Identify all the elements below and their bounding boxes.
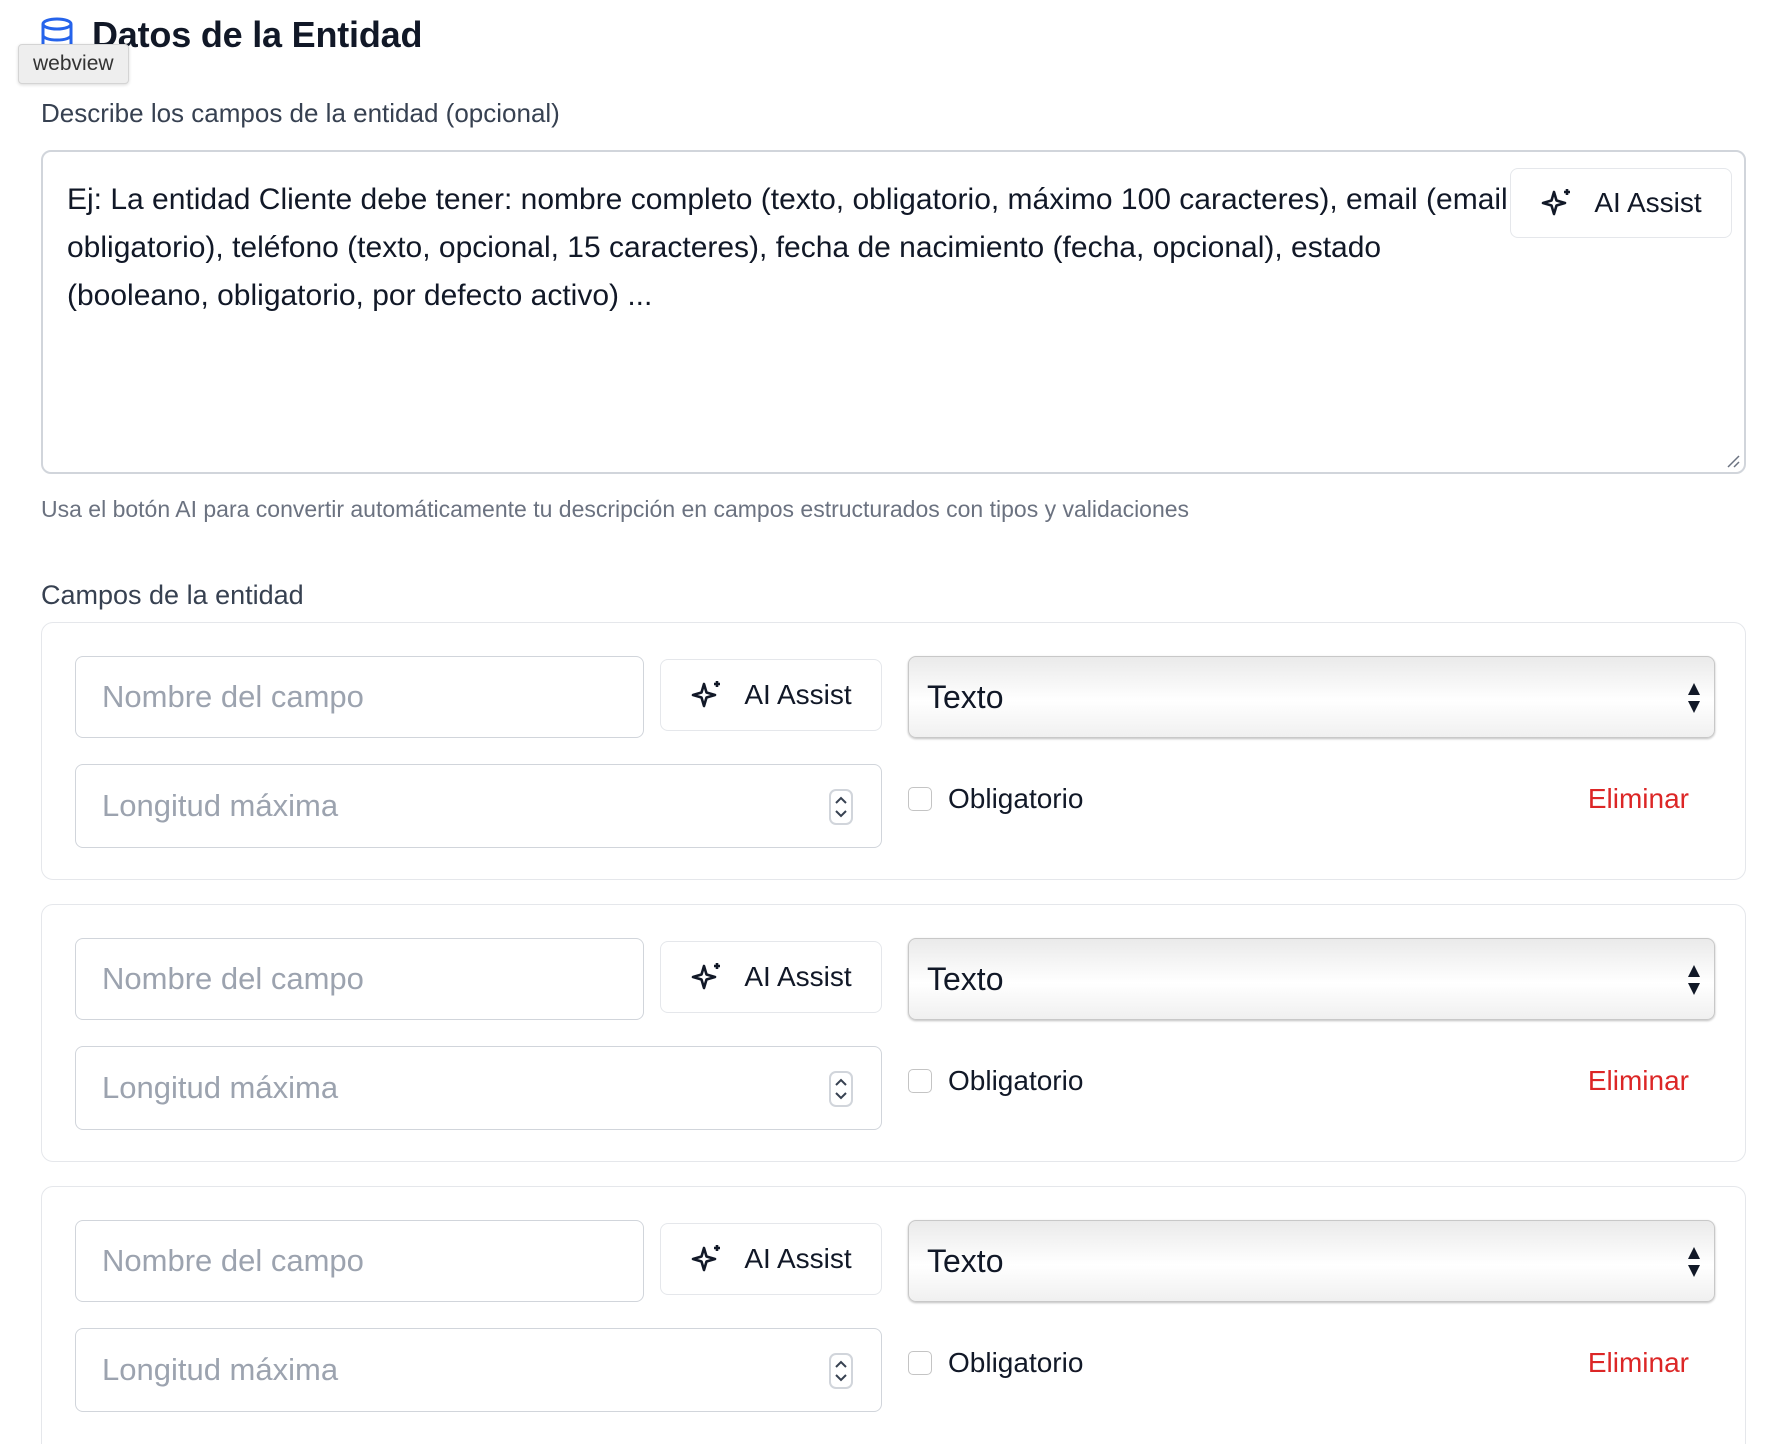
select-arrows-icon [1688,683,1700,713]
required-label: Obligatorio [948,1347,1084,1378]
required-checkbox-group[interactable]: Obligatorio [908,1065,1083,1097]
number-stepper-icon[interactable] [829,789,853,825]
required-checkbox-group[interactable]: Obligatorio [908,1347,1083,1379]
ai-assist-label: AI Assist [744,679,852,710]
entity-data-panel: Datos de la Entidad webview Describe los… [0,0,1770,1444]
ai-assist-label: AI Assist [744,1243,852,1274]
field-name-input[interactable] [75,938,644,1020]
sparkles-icon [690,678,724,712]
page-title: Datos de la Entidad [92,14,423,55]
description-textarea[interactable]: Ej: La entidad Cliente debe tener: nombr… [41,150,1746,474]
webview-tooltip: webview [18,44,129,84]
ai-assist-label: AI Assist [1594,187,1702,218]
fields-section-label: Campos de la entidad [41,580,304,610]
ai-assist-label: AI Assist [744,961,852,992]
select-arrows-icon [1688,1247,1700,1277]
field-type-select[interactable]: Texto [908,938,1715,1020]
delete-field-button[interactable]: Eliminar [1588,783,1689,815]
number-stepper-icon[interactable] [829,1071,853,1107]
max-length-input[interactable]: Longitud máxima [75,764,882,848]
delete-field-button[interactable]: Eliminar [1588,1347,1689,1379]
select-arrows-icon [1688,965,1700,995]
sparkles-icon [690,1242,724,1276]
required-checkbox[interactable] [908,787,932,811]
sparkles-icon [690,960,724,994]
field-card: AI Assist Texto Longitud máxima Obligato… [41,904,1746,1162]
required-checkbox[interactable] [908,1069,932,1093]
max-length-placeholder: Longitud máxima [102,788,339,823]
sparkles-icon [1540,186,1574,220]
required-label: Obligatorio [948,1065,1084,1096]
field-type-value: Texto [927,678,1004,715]
field-type-select[interactable]: Texto [908,656,1715,738]
number-stepper-icon[interactable] [829,1353,853,1389]
max-length-placeholder: Longitud máxima [102,1070,339,1105]
ai-assist-field-button[interactable]: AI Assist [660,1223,882,1295]
max-length-input[interactable]: Longitud máxima [75,1328,882,1412]
ai-assist-description-button[interactable]: AI Assist [1510,168,1732,238]
field-name-input[interactable] [75,656,644,738]
required-label: Obligatorio [948,783,1084,814]
ai-assist-field-button[interactable]: AI Assist [660,659,882,731]
delete-field-button[interactable]: Eliminar [1588,1065,1689,1097]
field-card: AI Assist Texto Longitud máxima Obligato… [41,622,1746,880]
description-hint: Usa el botón AI para convertir automátic… [41,496,1190,522]
max-length-input[interactable]: Longitud máxima [75,1046,882,1130]
field-type-value: Texto [927,1242,1004,1279]
field-name-input[interactable] [75,1220,644,1302]
resize-grip-icon[interactable] [1724,452,1740,468]
field-type-select[interactable]: Texto [908,1220,1715,1302]
field-card: AI Assist Texto Longitud máxima Obligato… [41,1186,1746,1444]
required-checkbox-group[interactable]: Obligatorio [908,783,1083,815]
description-label: Describe los campos de la entidad (opcio… [41,98,560,128]
max-length-placeholder: Longitud máxima [102,1352,339,1387]
required-checkbox[interactable] [908,1351,932,1375]
ai-assist-field-button[interactable]: AI Assist [660,941,882,1013]
field-type-value: Texto [927,960,1004,997]
description-text: Ej: La entidad Cliente debe tener: nombr… [67,183,1517,312]
